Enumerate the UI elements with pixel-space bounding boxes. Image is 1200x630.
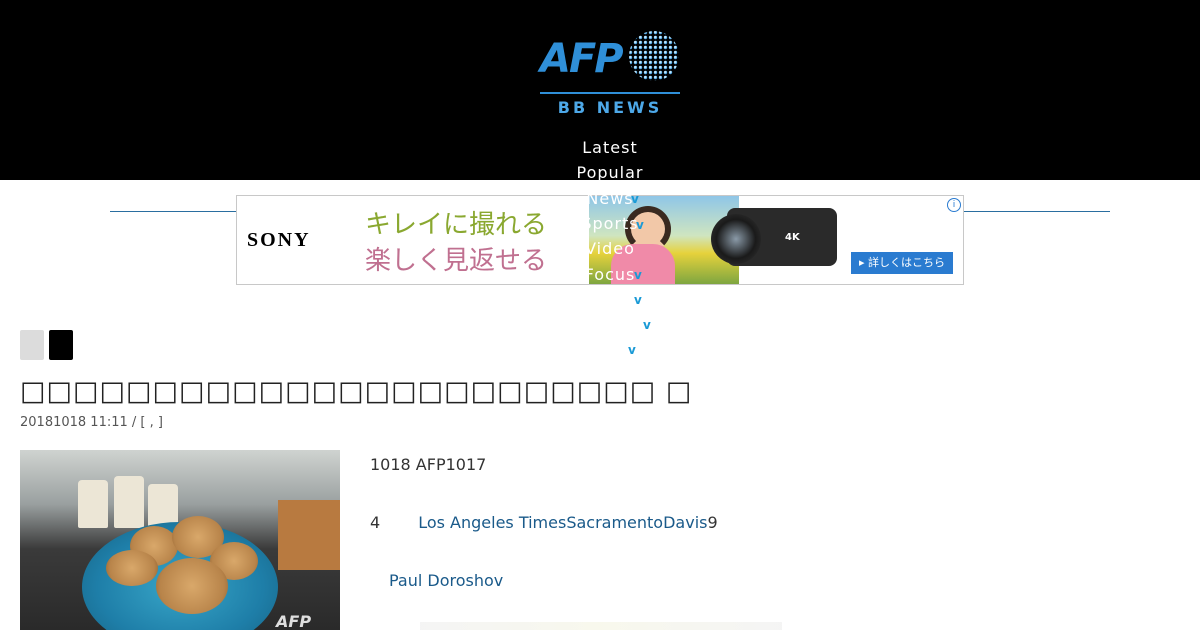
logo-wordmark: AFP <box>540 36 624 82</box>
wooden-box <box>278 500 340 570</box>
chevron-down-icon[interactable]: v <box>634 293 642 307</box>
article-photo: AFP <box>20 450 340 630</box>
article-paragraph: 1018 AFP1017 <box>370 455 486 474</box>
share-button[interactable] <box>49 330 73 360</box>
cookie-image <box>156 558 228 614</box>
ad-brand: SONY <box>247 229 311 251</box>
nav-item-popular[interactable]: Popular <box>560 163 660 182</box>
jar-image <box>78 480 108 528</box>
article-meta: 20181018 11:11 / [ , ] <box>20 415 163 430</box>
article-link[interactable]: Paul Doroshov <box>389 571 503 590</box>
article-paragraph: Paul Doroshov <box>389 571 503 590</box>
chevron-down-icon[interactable]: v <box>631 192 639 206</box>
cookie-image <box>106 550 158 586</box>
nav-item-latest[interactable]: Latest <box>560 138 660 157</box>
paragraph-text: 1018 AFP1017 <box>370 455 487 474</box>
chevron-down-icon[interactable]: v <box>634 268 642 282</box>
logo-subtitle: BB NEWS <box>557 98 663 117</box>
ad-4k-badge: 4K <box>785 232 800 243</box>
globe-icon <box>629 31 679 81</box>
ad-headline-1: キレイに撮れる <box>365 210 548 240</box>
ad-details-button[interactable]: ▸ 詳しくはこちら <box>851 252 953 274</box>
nav-item-video[interactable]: Video <box>560 239 660 258</box>
paragraph-text: 4 <box>370 513 381 532</box>
paragraph-text: 9 <box>707 513 718 532</box>
logo-divider <box>540 92 680 94</box>
photo-watermark: AFP <box>276 612 312 630</box>
article-paragraph: 4 Los Angeles TimesSacramentoDavis9 <box>370 513 718 532</box>
afp-bb-news-logo[interactable]: AFP BB NEWS <box>540 28 682 120</box>
camcorder-lens <box>711 214 761 264</box>
chevron-down-icon[interactable]: v <box>636 218 644 232</box>
article-link[interactable]: Los Angeles TimesSacramentoDavis <box>418 513 707 532</box>
faded-text-line <box>420 622 782 630</box>
ad-headline-2: 楽しく見返せる <box>365 246 548 276</box>
nav-item-sports[interactable]: Sports <box>560 214 660 233</box>
chevron-down-icon[interactable]: v <box>643 318 651 332</box>
nav-item-focus[interactable]: Focus <box>560 265 660 284</box>
share-button[interactable] <box>20 330 44 360</box>
chevron-down-icon[interactable]: v <box>628 343 636 357</box>
article-title: □□□□□□□□□□□□□□□□□□□□□□□□ □ <box>20 376 693 407</box>
jar-image <box>114 476 144 528</box>
ad-info-icon[interactable]: i <box>947 198 961 212</box>
nav-item-news[interactable]: News <box>560 189 660 208</box>
